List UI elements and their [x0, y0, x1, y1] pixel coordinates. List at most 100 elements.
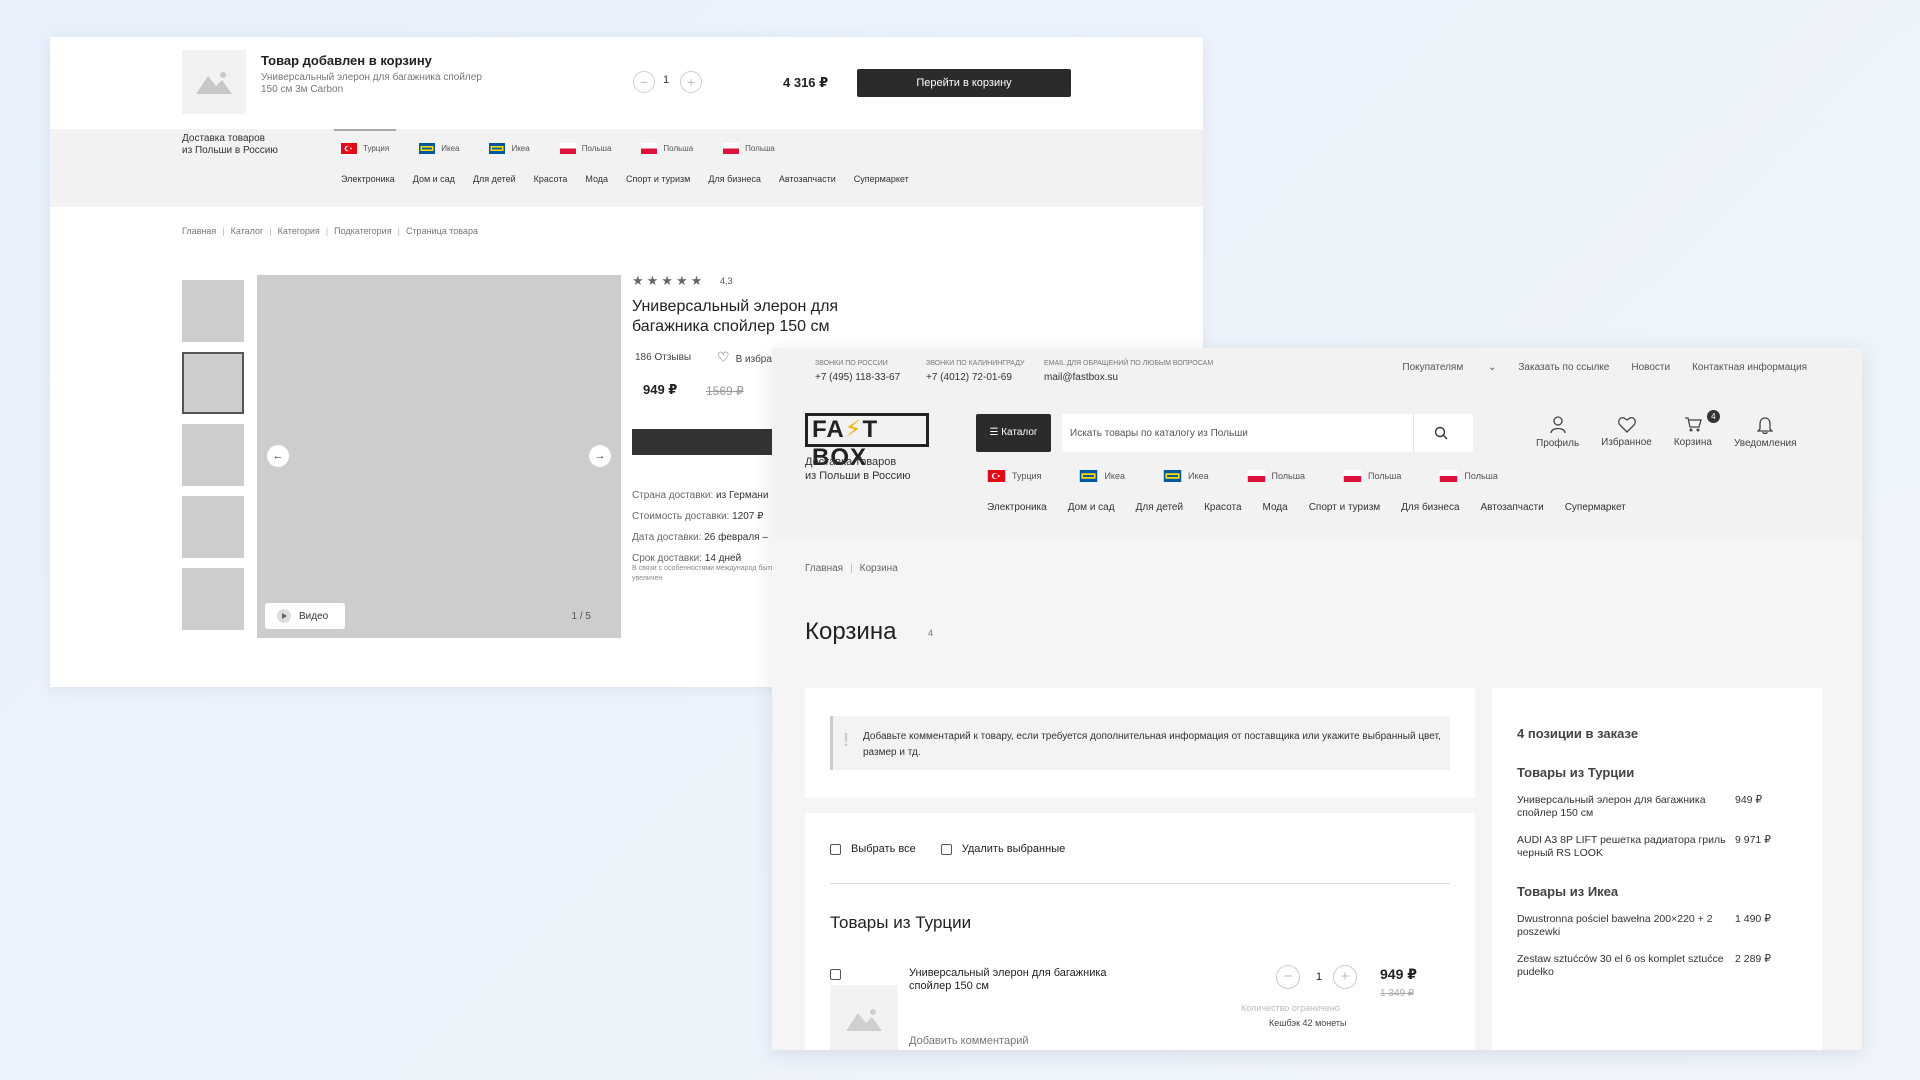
bell-icon: [1757, 417, 1774, 434]
add-to-favorites[interactable]: ♡ В избра: [717, 349, 772, 366]
fastbox-logo[interactable]: FA⚡T BOX: [805, 413, 929, 471]
store-tab[interactable]: Польша: [641, 143, 693, 154]
added-title: Товар добавлен в корзину: [261, 53, 432, 68]
breadcrumb-item[interactable]: Подкатегория: [334, 226, 392, 236]
category-link[interactable]: Для детей: [1136, 502, 1183, 513]
turkey-flag-icon: [341, 143, 357, 154]
product-price: 949 ₽: [643, 382, 678, 397]
arrow-left-icon[interactable]: ←: [267, 445, 289, 467]
category-link[interactable]: Спорт и туризм: [1309, 502, 1380, 513]
summary-group-title: Товары из Икеа: [1517, 884, 1619, 899]
store-tab-label: Турция: [363, 144, 390, 153]
gallery-thumb[interactable]: [182, 568, 244, 630]
store-tab[interactable]: Турция: [341, 143, 389, 154]
summary-line: Zestaw sztućców 30 el 6 os komplet sztuć…: [1517, 953, 1797, 979]
category-link[interactable]: Мода: [1263, 502, 1288, 513]
breadcrumb-item[interactable]: Категория: [278, 226, 320, 236]
category-link[interactable]: Электроника: [341, 174, 395, 184]
store-tab[interactable]: Икеа: [419, 143, 459, 154]
search-icon[interactable]: [1434, 426, 1448, 440]
qty-plus-button[interactable]: +: [680, 71, 702, 93]
delivery-note: В связи с особенностями международ быть …: [632, 565, 775, 582]
top-link-order[interactable]: Заказать по ссылке: [1518, 362, 1609, 373]
breadcrumb-item[interactable]: Каталог: [231, 226, 264, 236]
search-bar: [1062, 414, 1473, 452]
store-tab[interactable]: Польша: [723, 143, 775, 154]
contact-kaliningrad: ЗВОНКИ ПО КАЛИНИНГРАДУ +7 (4012) 72-01-6…: [926, 360, 1024, 383]
contact-phone[interactable]: +7 (495) 118-33-67: [815, 372, 900, 383]
select-all-label: Выбрать все: [851, 843, 916, 855]
ikea-logo-icon: [489, 143, 506, 154]
tagline-line: Доставка товаров: [805, 456, 897, 468]
item-name[interactable]: Универсальный элерон для багажника спойл…: [909, 967, 1139, 993]
cart-button[interactable]: 4 Корзина: [1674, 410, 1720, 449]
search-input[interactable]: [1070, 414, 1400, 452]
store-tab[interactable]: Турция: [987, 470, 1041, 482]
item-checkbox[interactable]: [830, 969, 841, 980]
qty-minus-button[interactable]: −: [1276, 965, 1300, 989]
go-to-cart-button[interactable]: Перейти в корзину: [857, 69, 1071, 97]
tagline-line: Доставка товаров: [182, 133, 265, 144]
category-link[interactable]: Автозапчасти: [779, 174, 836, 184]
qty-minus-button[interactable]: −: [633, 71, 655, 93]
notice-card: ! Добавьте комментарий к товару, если тр…: [805, 688, 1475, 798]
store-tab[interactable]: Польша: [1439, 470, 1498, 482]
ikea-logo-icon: [419, 143, 436, 154]
contact-email-link[interactable]: mail@fastbox.su: [1044, 372, 1213, 383]
category-link[interactable]: Автозапчасти: [1481, 502, 1544, 513]
favorites-button[interactable]: Избранное: [1601, 416, 1652, 449]
notifications-button[interactable]: Уведомления: [1734, 416, 1796, 449]
arrow-right-icon[interactable]: →: [589, 445, 611, 467]
delete-selected-label: Удалить выбранные: [961, 843, 1066, 855]
store-tab[interactable]: Икеа: [489, 143, 530, 154]
add-comment-link[interactable]: Добавить комментарий: [909, 1035, 1028, 1047]
delivery-info-row: Страна доставки: из Германи: [632, 485, 768, 506]
store-tab[interactable]: Икеа: [1079, 470, 1125, 482]
gallery-thumb[interactable]: [182, 424, 244, 486]
category-link[interactable]: Мода: [585, 174, 608, 184]
category-link[interactable]: Спорт и туризм: [626, 174, 690, 184]
category-link[interactable]: Дом и сад: [1068, 502, 1115, 513]
select-all-checkbox[interactable]: Выбрать все: [830, 843, 916, 855]
category-link[interactable]: Для бизнеса: [708, 174, 761, 184]
category-link[interactable]: Дом и сад: [413, 174, 455, 184]
catalog-button[interactable]: ☰ Каталог: [976, 414, 1051, 452]
store-tab[interactable]: Польша: [1247, 470, 1305, 482]
category-link[interactable]: Для детей: [473, 174, 516, 184]
checkbox[interactable]: [940, 843, 952, 855]
tagline-line: из Польши в Россию: [182, 145, 278, 156]
breadcrumb-item[interactable]: Главная: [182, 226, 216, 236]
store-tab-label: Икеа: [441, 144, 460, 153]
profile-button[interactable]: Профиль: [1536, 416, 1579, 449]
gallery-thumb[interactable]: [182, 496, 244, 558]
category-link[interactable]: Супермаркет: [854, 174, 909, 184]
poland-flag-icon: [559, 143, 576, 154]
gallery-thumb[interactable]: [182, 352, 244, 414]
checkbox[interactable]: [830, 843, 841, 855]
top-link-buyers[interactable]: Покупателям ⌄: [1380, 362, 1496, 373]
cart-items-card: Выбрать все Удалить выбранные Товары из …: [805, 813, 1475, 1050]
contact-label: ЗВОНКИ ПО РОССИИ: [815, 360, 888, 367]
store-tab[interactable]: Польша: [1343, 470, 1401, 482]
top-link-contacts[interactable]: Контактная информация: [1692, 362, 1807, 373]
store-tab[interactable]: Икеа: [1163, 470, 1209, 482]
breadcrumb-item[interactable]: Корзина: [860, 563, 898, 574]
breadcrumb-item[interactable]: Страница товара: [406, 226, 478, 236]
store-tab[interactable]: Польша: [559, 143, 611, 154]
delete-selected-checkbox[interactable]: Удалить выбранные: [940, 843, 1066, 855]
gallery-thumb[interactable]: [182, 280, 244, 342]
category-link[interactable]: Красота: [534, 174, 568, 184]
image-placeholder-icon: [846, 1009, 882, 1031]
video-button[interactable]: Видео: [265, 603, 345, 629]
category-link[interactable]: Красота: [1204, 502, 1241, 513]
top-link-news[interactable]: Новости: [1631, 362, 1670, 373]
category-link[interactable]: Электроника: [987, 502, 1047, 513]
contact-phone[interactable]: +7 (4012) 72-01-69: [926, 372, 1024, 383]
category-link[interactable]: Супермаркет: [1565, 502, 1626, 513]
category-link[interactable]: Для бизнеса: [1401, 502, 1459, 513]
reviews-link[interactable]: 186 Отзывы: [635, 352, 691, 363]
breadcrumb-item[interactable]: Главная: [805, 563, 843, 574]
summary-line: AUDI A3 8P LIFT решетка радиатора гриль …: [1517, 834, 1797, 860]
item-image[interactable]: [830, 985, 898, 1050]
qty-plus-button[interactable]: +: [1333, 965, 1357, 989]
